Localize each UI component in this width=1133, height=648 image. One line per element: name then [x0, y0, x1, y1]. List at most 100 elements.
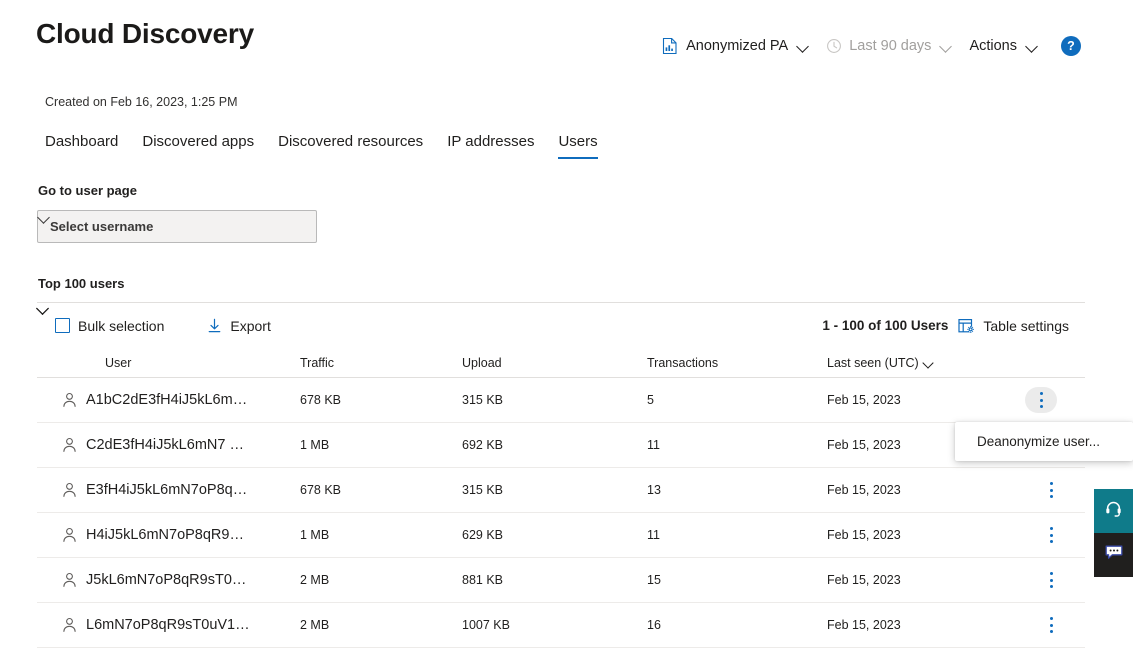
bulk-selection-button[interactable]: Bulk selection — [47, 314, 193, 338]
cell-transactions: 11 — [647, 528, 660, 542]
users-table: Bulk selection Export 1 - 100 of 100 Use… — [37, 302, 1085, 648]
cell-last-seen: Feb 15, 2023 — [827, 528, 901, 542]
anonymized-pa-label: Anonymized PA — [686, 38, 789, 54]
user-icon — [62, 437, 77, 453]
table-row[interactable]: H4iJ5kL6mN7oP8qR9… 1 MB 629 KB 11 Feb 15, 20… — [37, 513, 1085, 558]
support-button[interactable] — [1094, 489, 1133, 533]
cell-actions — [1007, 569, 1085, 591]
cell-last-seen: Feb 15, 2023 — [827, 483, 901, 497]
user-name: E3fH4iJ5kL6mN7oP8q… — [86, 482, 248, 498]
more-vertical-icon[interactable] — [1045, 524, 1057, 546]
user-name: C2dE3fH4iJ5kL6mN7 … — [86, 437, 244, 453]
cell-transactions: 15 — [647, 573, 661, 587]
user-name: H4iJ5kL6mN7oP8qR9… — [86, 527, 244, 543]
cell-transactions: 11 — [647, 438, 660, 452]
tab-users[interactable]: Users — [546, 133, 609, 159]
toolbar-right-group: 1 - 100 of 100 Users Table settings — [822, 318, 1083, 334]
created-on-text: Created on Feb 16, 2023, 1:25 PM — [45, 95, 238, 109]
cell-traffic: 1 MB — [300, 528, 330, 542]
select-username-dropdown[interactable]: Select username — [37, 210, 317, 243]
export-label: Export — [230, 317, 271, 334]
table-settings-icon — [958, 318, 975, 334]
column-header-last-seen-label: Last seen (UTC) — [827, 355, 919, 370]
deanonymize-user-menu-item[interactable]: Deanonymize user... — [955, 428, 1133, 455]
export-button[interactable]: Export — [199, 314, 299, 338]
user-icon — [62, 617, 77, 633]
select-username-value: Select username — [50, 219, 154, 234]
checkbox-icon[interactable] — [55, 318, 70, 333]
table-row[interactable]: L6mN7oP8qR9sT0uV1… 2 MB 1007 KB 16 Feb 15, 2… — [37, 603, 1085, 648]
table-header-row: User Traffic Upload Transactions Last se… — [37, 348, 1085, 378]
toolbar-left-group: Bulk selection Export — [47, 314, 300, 338]
actions-label: Actions — [969, 38, 1017, 54]
column-header-traffic[interactable]: Traffic — [297, 356, 462, 370]
user-icon — [62, 392, 77, 408]
more-vertical-icon[interactable] — [1045, 569, 1057, 591]
chevron-down-icon — [923, 357, 935, 369]
table-settings-label: Table settings — [983, 317, 1069, 334]
header-actions: Anonymized PA Last 90 days Actions ? — [653, 34, 1081, 58]
cell-transactions: 5 — [647, 393, 654, 407]
user-name: L6mN7oP8qR9sT0uV1… — [86, 617, 250, 633]
table-row[interactable]: C2dE3fH4iJ5kL6mN7 … 1 MB 692 KB 11 Feb 15, 2… — [37, 423, 1085, 468]
chevron-down-icon — [1026, 40, 1039, 53]
cell-upload: 881 KB — [462, 573, 504, 587]
row-context-menu: Deanonymize user... — [955, 422, 1133, 461]
table-row[interactable]: A1bC2dE3fH4iJ5kL6m… 678 KB 315 KB 5 Feb 15, … — [37, 378, 1085, 423]
help-icon[interactable]: ? — [1061, 36, 1081, 56]
tab-dashboard[interactable]: Dashboard — [45, 133, 130, 159]
report-icon — [661, 37, 679, 55]
tab-discovered-resources[interactable]: Discovered resources — [266, 133, 435, 159]
column-header-upload[interactable]: Upload — [462, 356, 647, 370]
page-title: Cloud Discovery — [36, 18, 254, 49]
floating-side-buttons — [1094, 489, 1133, 577]
user-name: J5kL6mN7oP8qR9sT0… — [86, 572, 247, 588]
cell-user: J5kL6mN7oP8qR9sT0… — [37, 572, 297, 588]
cell-upload: 315 KB — [462, 393, 504, 407]
more-vertical-icon[interactable] — [1025, 387, 1057, 413]
table-row[interactable]: E3fH4iJ5kL6mN7oP8q… 678 KB 315 KB 13 Feb 15,… — [37, 468, 1085, 513]
clock-icon — [826, 38, 842, 54]
cell-traffic: 678 KB — [300, 483, 342, 497]
cell-actions — [1007, 387, 1085, 413]
cell-last-seen: Feb 15, 2023 — [827, 573, 901, 587]
cell-user: H4iJ5kL6mN7oP8qR9… — [37, 527, 297, 543]
more-vertical-icon[interactable] — [1045, 614, 1057, 636]
chevron-down-icon — [279, 319, 292, 332]
actions-button[interactable]: Actions — [961, 34, 1047, 58]
cell-actions — [1007, 524, 1085, 546]
tab-discovered-apps[interactable]: Discovered apps — [130, 133, 266, 159]
table-body: A1bC2dE3fH4iJ5kL6m… 678 KB 315 KB 5 Feb 15, … — [37, 378, 1085, 648]
bulk-selection-label: Bulk selection — [78, 317, 165, 334]
user-icon — [62, 482, 77, 498]
cell-actions — [1007, 479, 1085, 501]
go-to-user-page-label: Go to user page — [38, 183, 137, 198]
tab-ip-addresses[interactable]: IP addresses — [435, 133, 546, 159]
column-header-user[interactable]: User — [37, 356, 297, 370]
download-icon — [207, 318, 222, 334]
cell-transactions: 16 — [647, 618, 661, 632]
cell-actions — [1007, 614, 1085, 636]
date-range-button[interactable]: Last 90 days — [818, 34, 961, 58]
column-header-last-seen[interactable]: Last seen (UTC) — [827, 356, 1007, 370]
cell-traffic: 678 KB — [300, 393, 342, 407]
chevron-down-icon — [172, 319, 185, 332]
cell-user: A1bC2dE3fH4iJ5kL6m… — [37, 392, 297, 408]
user-name: A1bC2dE3fH4iJ5kL6m… — [86, 392, 248, 408]
cell-user: L6mN7oP8qR9sT0uV1… — [37, 617, 297, 633]
anonymized-pa-button[interactable]: Anonymized PA — [653, 34, 818, 58]
cell-traffic: 2 MB — [300, 618, 330, 632]
cell-traffic: 2 MB — [300, 573, 330, 587]
cell-upload: 315 KB — [462, 483, 504, 497]
column-header-transactions[interactable]: Transactions — [647, 356, 827, 370]
cell-upload: 692 KB — [462, 438, 504, 452]
table-row[interactable]: J5kL6mN7oP8qR9sT0… 2 MB 881 KB 15 Feb 15, 20… — [37, 558, 1085, 603]
table-toolbar: Bulk selection Export 1 - 100 of 100 Use… — [37, 302, 1085, 348]
cell-user: C2dE3fH4iJ5kL6mN7 … — [37, 437, 297, 453]
feedback-button[interactable] — [1094, 533, 1133, 577]
chevron-down-icon — [797, 40, 810, 53]
date-range-label: Last 90 days — [849, 38, 932, 54]
cell-transactions: 13 — [647, 483, 661, 497]
table-settings-button[interactable]: Table settings — [958, 318, 1077, 334]
more-vertical-icon[interactable] — [1045, 479, 1057, 501]
